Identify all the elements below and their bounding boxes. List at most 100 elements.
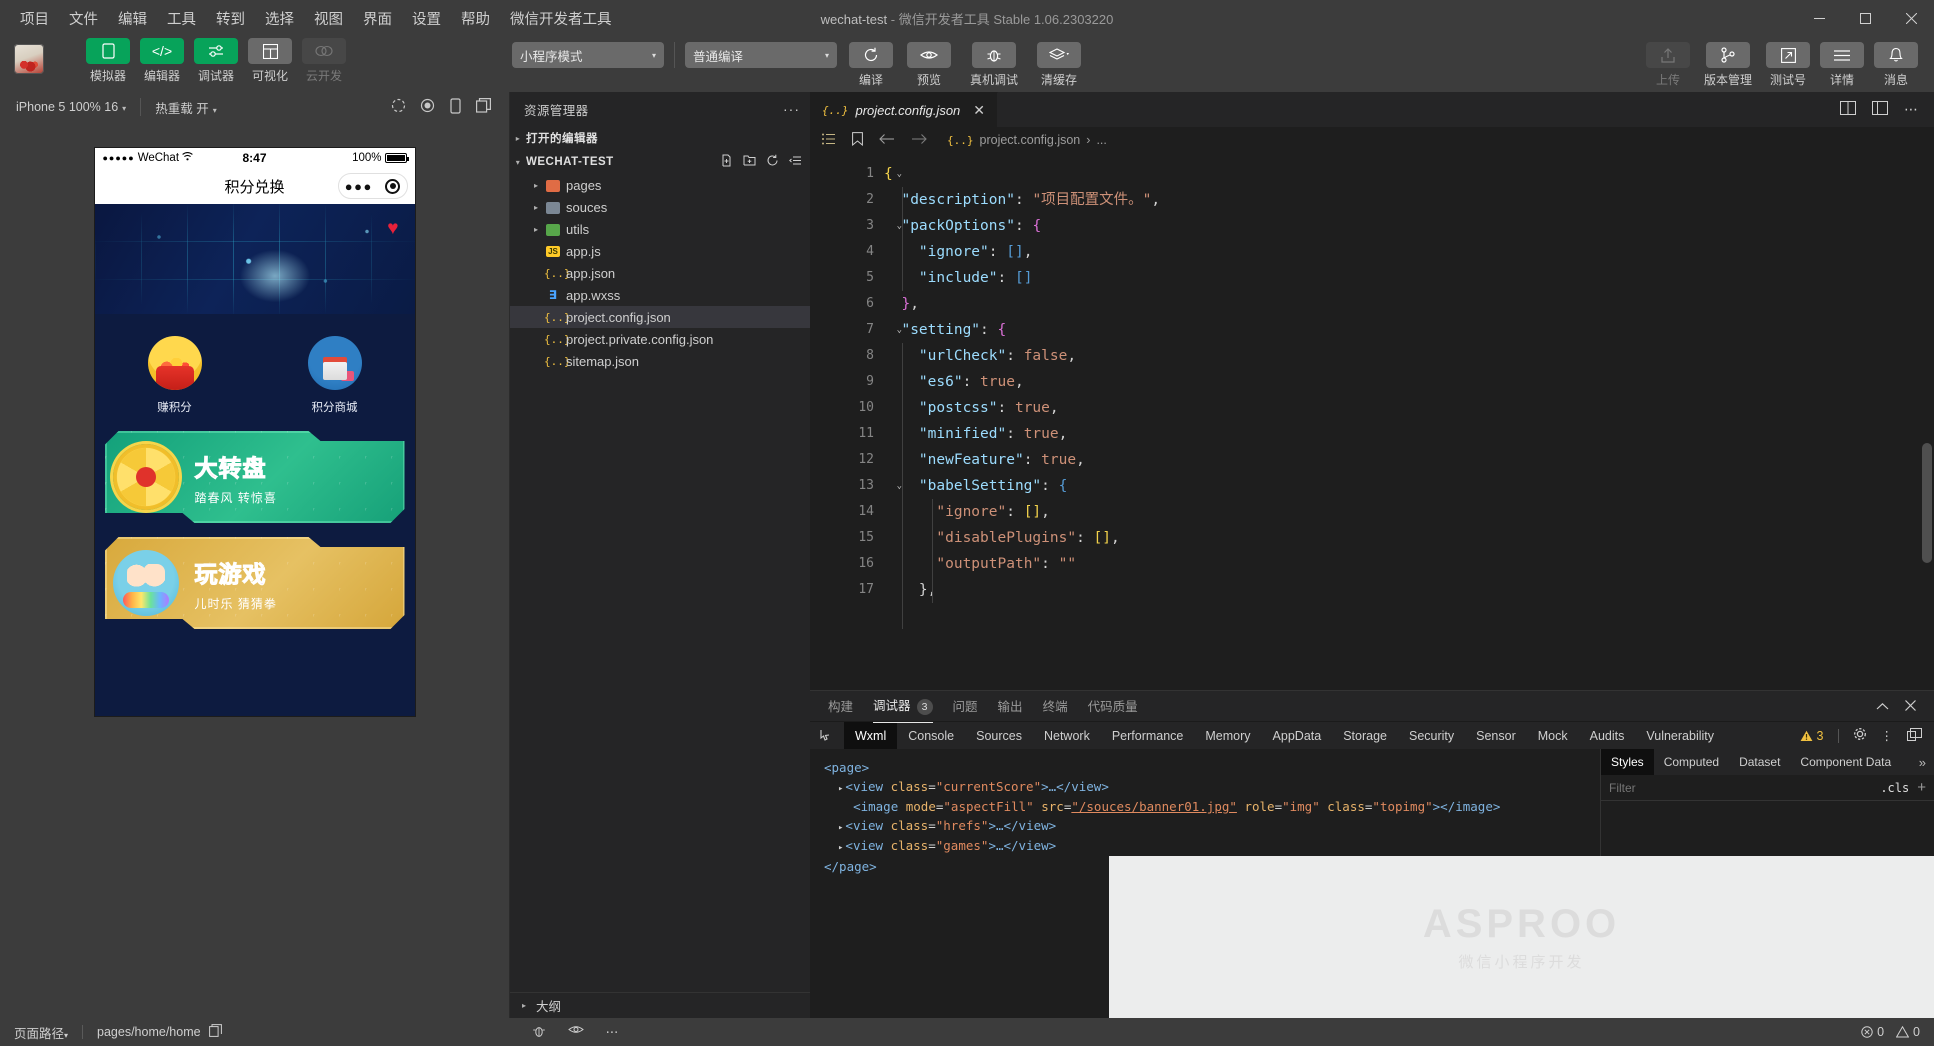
menu-settings[interactable]: 设置 [402,4,451,33]
devtools-tab-security[interactable]: Security [1398,722,1465,749]
bug-icon[interactable] [532,1024,546,1041]
mode-select[interactable]: 小程序模式 ▾ [512,42,664,68]
panel-tab-构建[interactable]: 构建 [828,690,853,722]
tab-project-config-json[interactable]: {..} project.config.json ✕ [810,92,998,127]
outline-section[interactable]: ▸ 大纲 [510,992,810,1018]
open-editors-section[interactable]: ▸ 打开的编辑器 [510,126,810,150]
more-icon[interactable]: ⋯ [606,1024,619,1041]
menu-edit[interactable]: 编辑 [108,4,157,33]
code-editor[interactable]: 1⌄23⌄4567⌄8910111213⌄14151617 { "descrip… [810,153,1934,690]
simulator-button[interactable]: 模拟器 [84,38,132,84]
warning-badge[interactable]: 3 [1800,729,1824,743]
copy-icon[interactable] [209,1024,222,1040]
wxml-node[interactable]: <page> [824,759,1586,778]
menu-help[interactable]: 帮助 [451,4,500,33]
wxml-node[interactable]: ▸<view class="hrefs">…</view> [824,817,1586,838]
rotate-device-icon[interactable] [449,98,462,117]
devtools-tab-vulnerability[interactable]: Vulnerability [1635,722,1725,749]
menu-tools[interactable]: 工具 [157,4,206,33]
details-button[interactable]: 详情 [1818,42,1866,88]
game-card-play[interactable]: 玩游戏 儿时乐 猜猜拳 [105,537,405,629]
upload-button[interactable]: 上传 [1644,42,1692,88]
tree-item-project-private-config-json[interactable]: {..} project.private.config.json [510,328,810,350]
tree-item-pages[interactable]: ▸ pages [510,174,810,196]
record-icon[interactable] [420,98,435,116]
tree-item-project-config-json[interactable]: {..} project.config.json [510,306,810,328]
devtools-tab-sources[interactable]: Sources [965,722,1033,749]
devtools-tab-appdata[interactable]: AppData [1262,722,1333,749]
panel-tab-调试器[interactable]: 调试器3 [873,689,933,723]
tree-item-utils[interactable]: ▸ utils [510,218,810,240]
layout-icon[interactable] [1872,101,1888,118]
devtools-tab-audits[interactable]: Audits [1579,722,1636,749]
warning-count-item[interactable]: 0 [1896,1025,1920,1039]
messages-button[interactable]: 消息 [1872,42,1920,88]
inspect-element-icon[interactable] [810,722,844,749]
wxml-node[interactable]: ▸<view class="games">…</view> [824,837,1586,858]
cloud-dev-button[interactable]: 云开发 [300,38,348,84]
tree-item-app-json[interactable]: {..} app.json [510,262,810,284]
eye-icon[interactable] [568,1024,584,1041]
clear-cache-button[interactable]: 清缓存 [1035,42,1083,88]
compile-button[interactable]: 编译 [847,42,895,88]
capsule-buttons[interactable]: ●●● [338,173,408,199]
menu-file[interactable]: 文件 [59,4,108,33]
devtools-tab-wxml[interactable]: Wxml [844,722,897,749]
menu-devtools[interactable]: 微信开发者工具 [500,4,622,33]
add-rule-button[interactable]: + [1917,779,1926,796]
avatar[interactable] [14,44,44,74]
editor-button[interactable]: </> 编辑器 [138,38,186,84]
close-icon[interactable]: ✕ [973,102,985,119]
tree-item-app-js[interactable]: JS app.js [510,240,810,262]
devtools-tab-console[interactable]: Console [897,722,965,749]
device-select[interactable]: iPhone 5 100% 16▾ [8,98,134,116]
minimize-icon[interactable] [1796,0,1842,36]
filter-input[interactable] [1609,781,1872,795]
new-file-icon[interactable] [720,154,733,170]
devtools-tab-performance[interactable]: Performance [1101,722,1195,749]
visualization-button[interactable]: 可视化 [246,38,294,84]
close-icon[interactable] [1905,699,1916,714]
new-folder-icon[interactable] [743,154,756,170]
back-arrow-icon[interactable] [879,133,895,148]
maximize-icon[interactable] [1842,0,1888,36]
menu-goto[interactable]: 转到 [206,4,255,33]
chevron-right-icon[interactable]: ▸ [838,823,843,833]
editor-scrollbar[interactable] [1922,443,1932,563]
bookmark-icon[interactable] [852,132,863,149]
panel-tab-代码质量[interactable]: 代码质量 [1088,690,1138,722]
dock-icon[interactable] [1907,728,1922,744]
devtools-tab-memory[interactable]: Memory [1194,722,1261,749]
styles-tab-styles[interactable]: Styles [1601,749,1654,775]
styles-tab-computed[interactable]: Computed [1654,749,1729,775]
test-account-button[interactable]: 测试号 [1764,42,1812,88]
version-control-button[interactable]: 版本管理 [1698,42,1758,88]
menu-view[interactable]: 视图 [304,4,353,33]
game-card-wheel[interactable]: 大转盘 踏春风 转惊喜 [105,431,405,523]
refresh-circle-icon[interactable] [391,98,406,116]
hot-reload-toggle[interactable]: 热重载 开▾ [147,96,225,119]
gear-icon[interactable] [1853,727,1867,744]
wxml-node[interactable]: ▸<view class="currentScore">…</view> [824,778,1586,799]
refresh-icon[interactable] [766,154,779,170]
error-count-item[interactable]: 0 [1861,1025,1884,1039]
devtools-tab-storage[interactable]: Storage [1332,722,1398,749]
panel-tab-输出[interactable]: 输出 [998,690,1023,722]
tree-item-app-wxss[interactable]: ∃ app.wxss [510,284,810,306]
cls-button[interactable]: .cls [1880,781,1909,795]
breadcrumb-path[interactable]: {..} project.config.json › ... [947,133,1107,147]
devtools-tab-sensor[interactable]: Sensor [1465,722,1527,749]
href-earn-points[interactable]: 赚积分 [95,336,255,415]
tree-item-souces[interactable]: ▸ souces [510,196,810,218]
outline-icon[interactable] [822,133,836,148]
close-icon[interactable] [1888,0,1934,36]
page-path-select[interactable]: 页面路径▾ [14,1023,68,1042]
devtools-tab-mock[interactable]: Mock [1527,722,1579,749]
tree-item-sitemap-json[interactable]: {..} sitemap.json [510,350,810,372]
chevron-right-icon[interactable]: ▸ [838,843,843,853]
copy-device-icon[interactable] [476,98,491,116]
menu-project[interactable]: 项目 [10,4,59,33]
split-editor-icon[interactable] [1840,101,1856,118]
project-root-section[interactable]: ▾ WECHAT-TEST [510,150,810,174]
real-device-debug-button[interactable]: 真机调试 [963,42,1025,88]
